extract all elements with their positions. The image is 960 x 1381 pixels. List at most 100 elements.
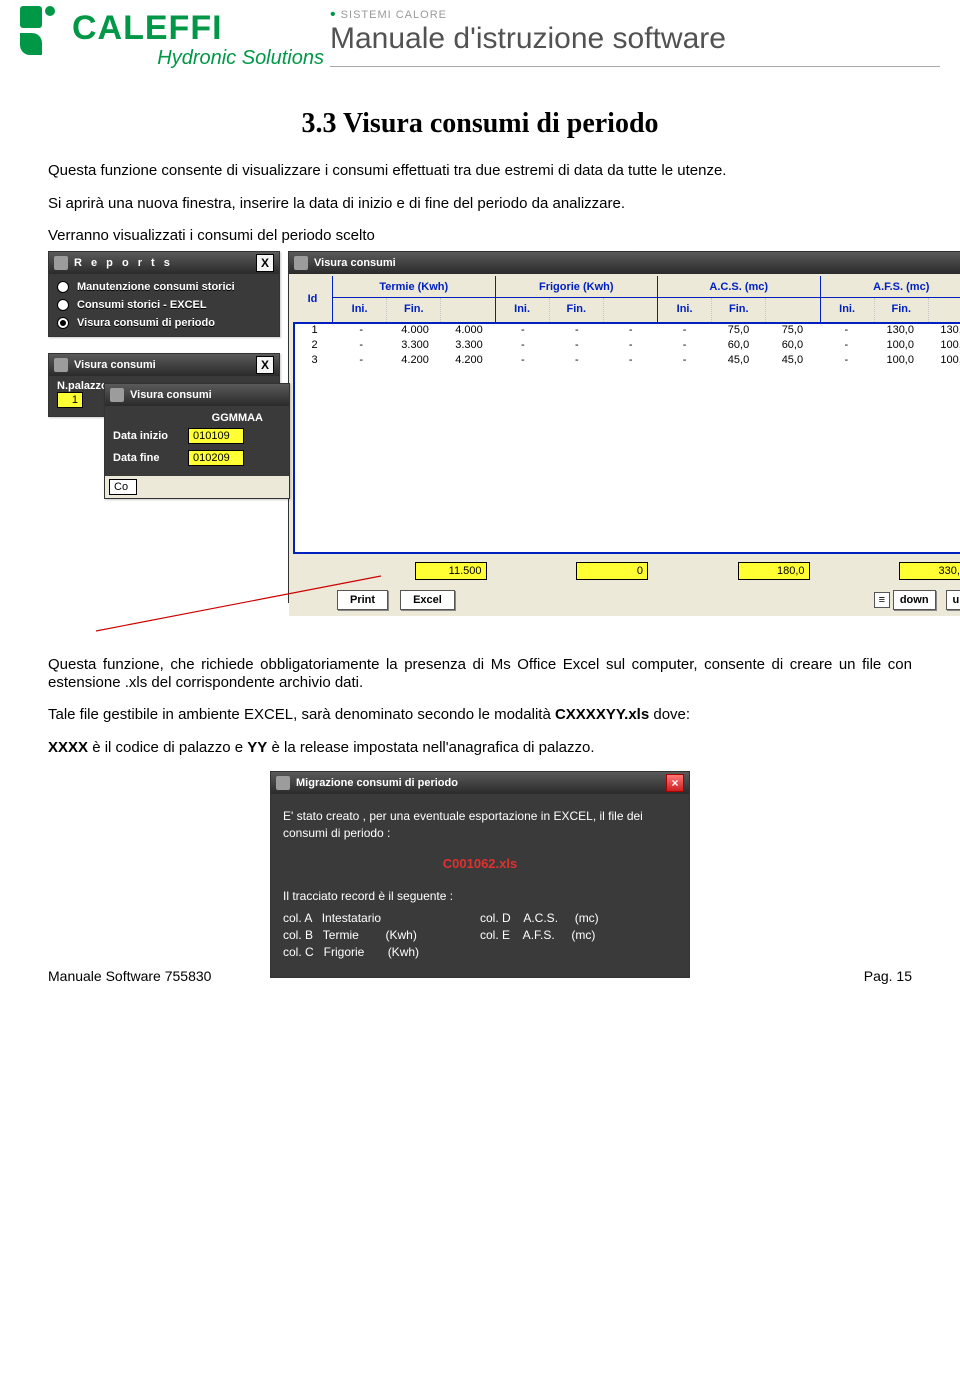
- cell: 130,0: [927, 324, 960, 339]
- cell: 75,0: [712, 324, 766, 339]
- results-title: Visura consumi: [314, 257, 396, 269]
- cell: -: [550, 324, 604, 339]
- opt-label: Visura consumi di periodo: [77, 317, 215, 329]
- opt-label: Consumi storici - EXCEL: [77, 299, 207, 311]
- cell: -: [496, 339, 550, 354]
- cell: 2: [295, 339, 334, 354]
- option-row[interactable]: Consumi storici - EXCEL: [49, 296, 279, 314]
- ggmmaa-label: GGMMAA: [212, 412, 263, 424]
- cell: -: [658, 354, 712, 369]
- header-rule: [330, 66, 940, 67]
- data-fine-value[interactable]: 010209: [188, 450, 244, 466]
- cell: -: [550, 354, 604, 369]
- cell: 4.200: [388, 354, 442, 369]
- cell: -: [496, 354, 550, 369]
- migration-cols-right: col. D A.C.S. (mc) col. E A.F.S. (mc): [480, 910, 677, 960]
- option-row[interactable]: Visura consumi di periodo: [49, 314, 279, 332]
- option-row[interactable]: Manutenzione consumi storici: [49, 278, 279, 296]
- cell: 4.000: [442, 324, 496, 339]
- cell: -: [604, 339, 658, 354]
- visura-results-window: Visura consumi × Id Termie (Kwh) Ini. Fi…: [288, 251, 960, 603]
- radio-icon[interactable]: [57, 299, 69, 311]
- cell: -: [334, 354, 388, 369]
- up-button[interactable]: up: [946, 590, 960, 610]
- window-icon: [110, 388, 124, 402]
- cell: 60,0: [712, 339, 766, 354]
- sub-ini: Ini.: [658, 298, 711, 322]
- co-field[interactable]: Co: [109, 479, 137, 495]
- sub-ini: Ini.: [333, 298, 386, 322]
- reports-window: R e p o r t s X Manutenzione consumi sto…: [48, 251, 280, 337]
- cell: -: [334, 339, 388, 354]
- npalazzo-value[interactable]: 1: [57, 392, 83, 408]
- cell: -: [819, 354, 873, 369]
- intro-p1: Questa funzione consente di visualizzare…: [48, 162, 912, 180]
- down-button[interactable]: down: [893, 590, 936, 610]
- cell: -: [819, 324, 873, 339]
- close-icon[interactable]: ×: [666, 774, 684, 792]
- visura-small-titlebar[interactable]: Visura consumi X: [49, 354, 279, 376]
- cell: 45,0: [765, 354, 819, 369]
- migration-p1: E' stato creato , per una eventuale espo…: [283, 808, 677, 842]
- cell: -: [658, 324, 712, 339]
- close-icon[interactable]: X: [256, 254, 274, 272]
- cell: -: [550, 339, 604, 354]
- cell: 100,0: [927, 339, 960, 354]
- sub-ini: Ini.: [496, 298, 549, 322]
- migration-title: Migrazione consumi di periodo: [296, 777, 458, 789]
- excel-p1: Questa funzione, che richiede obbligator…: [48, 656, 912, 691]
- cell: -: [658, 339, 712, 354]
- cell: 3.300: [442, 339, 496, 354]
- window-icon: [294, 256, 308, 270]
- table-row: 1-4.0004.000----75,075,0-130,0130,0: [295, 324, 960, 339]
- close-icon[interactable]: X: [256, 356, 274, 374]
- cell: -: [604, 324, 658, 339]
- cell: 60,0: [765, 339, 819, 354]
- brand-tagline: Hydronic Solutions: [20, 47, 330, 70]
- excel-p2: Tale file gestibile in ambiente EXCEL, s…: [48, 706, 912, 724]
- radio-icon[interactable]: [57, 317, 69, 329]
- visura-date-titlebar[interactable]: Visura consumi: [105, 384, 289, 406]
- excel-button[interactable]: Excel: [400, 590, 455, 610]
- scroll-icon: ≡: [874, 592, 890, 608]
- footer-right: Pag. 15: [864, 968, 912, 984]
- cell: 75,0: [765, 324, 819, 339]
- reports-titlebar[interactable]: R e p o r t s X: [49, 252, 279, 274]
- cell: 130,0: [873, 324, 927, 339]
- col-id: Id: [293, 276, 333, 322]
- arrow-icon: [96, 573, 386, 633]
- manual-title: Manuale d'istruzione software: [330, 22, 940, 56]
- window-icon: [54, 256, 68, 270]
- results-body: 1-4.0004.000----75,075,0-130,0130,02-3.3…: [293, 324, 960, 554]
- opt-label: Manutenzione consumi storici: [77, 281, 235, 293]
- logo-block: CALEFFI Hydronic Solutions: [20, 6, 330, 70]
- cell: -: [334, 324, 388, 339]
- total-afs: 330,0: [899, 562, 960, 580]
- migration-p2: Il tracciato record è il seguente :: [283, 888, 677, 905]
- migration-dialog: Migrazione consumi di periodo × E' stato…: [270, 771, 690, 978]
- cell: -: [496, 324, 550, 339]
- group-acs: A.C.S. (mc): [658, 276, 820, 298]
- table-row: 3-4.2004.200----45,045,0-100,0100,0: [295, 354, 960, 369]
- sub-fin: Fin.: [711, 298, 765, 322]
- results-titlebar[interactable]: Visura consumi ×: [289, 252, 960, 274]
- radio-icon[interactable]: [57, 281, 69, 293]
- total-frigorie: 0: [576, 562, 648, 580]
- cell: 3: [295, 354, 334, 369]
- cell: 4.000: [388, 324, 442, 339]
- migration-filename: C001062.xls: [283, 855, 677, 873]
- section-title: 3.3 Visura consumi di periodo: [48, 108, 912, 140]
- cell: 1: [295, 324, 334, 339]
- migration-titlebar[interactable]: Migrazione consumi di periodo ×: [271, 772, 689, 794]
- brand-name: CALEFFI: [72, 9, 223, 48]
- window-icon: [54, 358, 68, 372]
- total-acs: 180,0: [738, 562, 810, 580]
- page-footer: Manuale Software 755830 Pag. 15: [0, 968, 960, 998]
- page-header: CALEFFI Hydronic Solutions • SISTEMI CAL…: [0, 0, 960, 70]
- group-afs: A.F.S. (mc): [821, 276, 960, 298]
- screenshot-composite: Visura consumi × Id Termie (Kwh) Ini. Fi…: [48, 251, 912, 641]
- table-row: 2-3.3003.300----60,060,0-100,0100,0: [295, 339, 960, 354]
- visura-date-title: Visura consumi: [130, 389, 212, 401]
- cell: 45,0: [712, 354, 766, 369]
- data-inizio-value[interactable]: 010109: [188, 428, 244, 444]
